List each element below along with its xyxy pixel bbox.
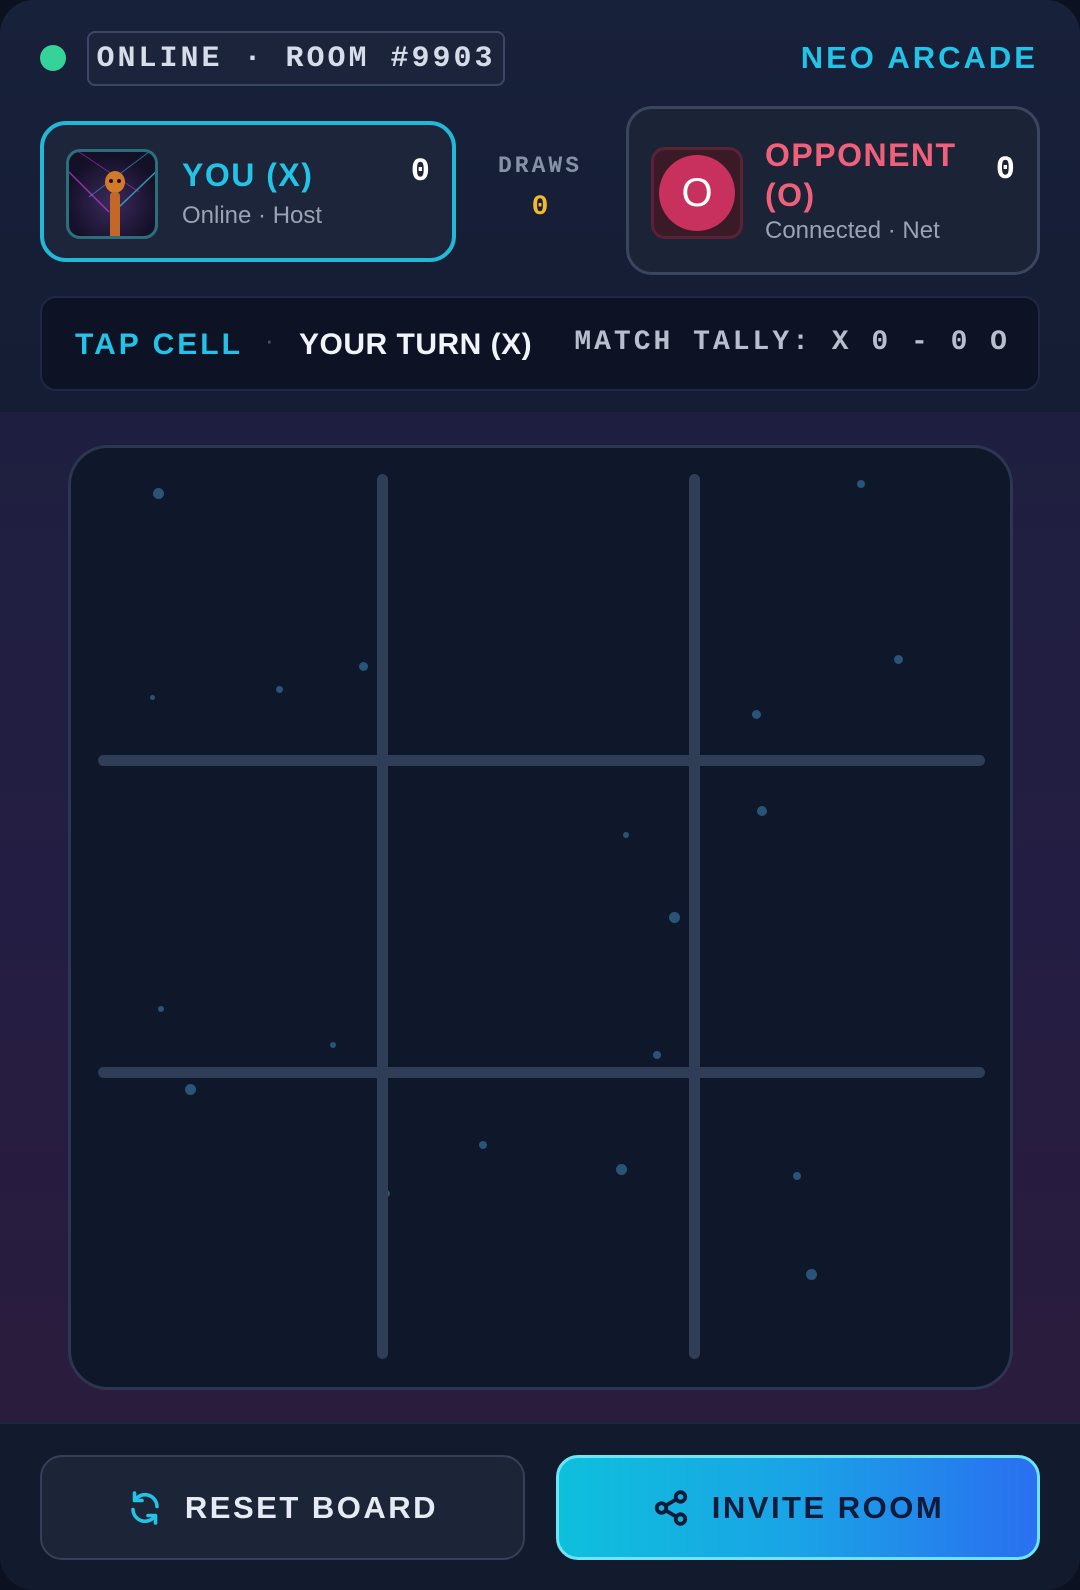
board-cell-3[interactable] xyxy=(695,468,995,768)
game-screen: ONLINE · ROOM #9903 NEO ARCADE YOU (X) O… xyxy=(0,0,1080,1590)
brand-title: NEO ARCADE xyxy=(800,40,1038,75)
draws-value: 0 xyxy=(531,192,549,223)
refresh-icon xyxy=(127,1490,163,1526)
turn-indicator: YOUR TURN (X) xyxy=(299,328,533,361)
invite-room-label: INVITE ROOM xyxy=(711,1489,945,1525)
grid-line-vertical xyxy=(689,474,700,1359)
player-score-opponent: 0 xyxy=(995,151,1015,188)
opponent-avatar-letter: O xyxy=(659,155,735,231)
avatar xyxy=(66,149,158,239)
game-board xyxy=(68,445,1013,1390)
board-cell-2[interactable] xyxy=(393,468,693,768)
board-cell-6[interactable] xyxy=(695,770,995,1070)
online-status-dot xyxy=(40,45,66,71)
invite-room-button[interactable]: INVITE ROOM xyxy=(556,1455,1040,1560)
separator: · xyxy=(265,325,274,355)
board-cell-9[interactable] xyxy=(695,1072,995,1372)
player-name-opponent: OPPONENT (O) xyxy=(765,137,957,213)
action-hint: TAP CELL xyxy=(75,328,243,361)
grid-line-horizontal xyxy=(98,755,985,766)
reset-board-button[interactable]: RESET BOARD xyxy=(40,1455,525,1560)
grid-line-vertical xyxy=(377,474,388,1359)
match-tally: MATCH TALLY: X 0 - 0 O xyxy=(574,327,1010,358)
draws-label: DRAWS xyxy=(497,153,582,179)
board-cell-8[interactable] xyxy=(393,1072,693,1372)
board-cell-1[interactable] xyxy=(91,468,391,768)
turn-status-bar: TAP CELL · YOUR TURN (X) MATCH TALLY: X … xyxy=(40,296,1040,391)
board-cell-7[interactable] xyxy=(91,1072,391,1372)
player-name-you: YOU (X) xyxy=(182,157,314,193)
grid-line-horizontal xyxy=(98,1067,985,1078)
share-icon xyxy=(652,1489,690,1527)
player-status-you: Online · Host xyxy=(182,202,323,229)
player-score-you: 0 xyxy=(410,153,430,190)
reset-board-label: RESET BOARD xyxy=(184,1489,439,1525)
player-status-opponent: Connected · Net xyxy=(765,217,940,244)
board-cell-5[interactable] xyxy=(393,770,693,1070)
room-label: ONLINE · ROOM #9903 xyxy=(87,31,505,86)
opponent-avatar: O xyxy=(651,147,743,239)
player-card-you: YOU (X) Online · Host 0 xyxy=(40,121,456,262)
player-card-opponent: O OPPONENT (O) Connected · Net 0 xyxy=(626,106,1040,275)
board-cell-4[interactable] xyxy=(91,770,391,1070)
